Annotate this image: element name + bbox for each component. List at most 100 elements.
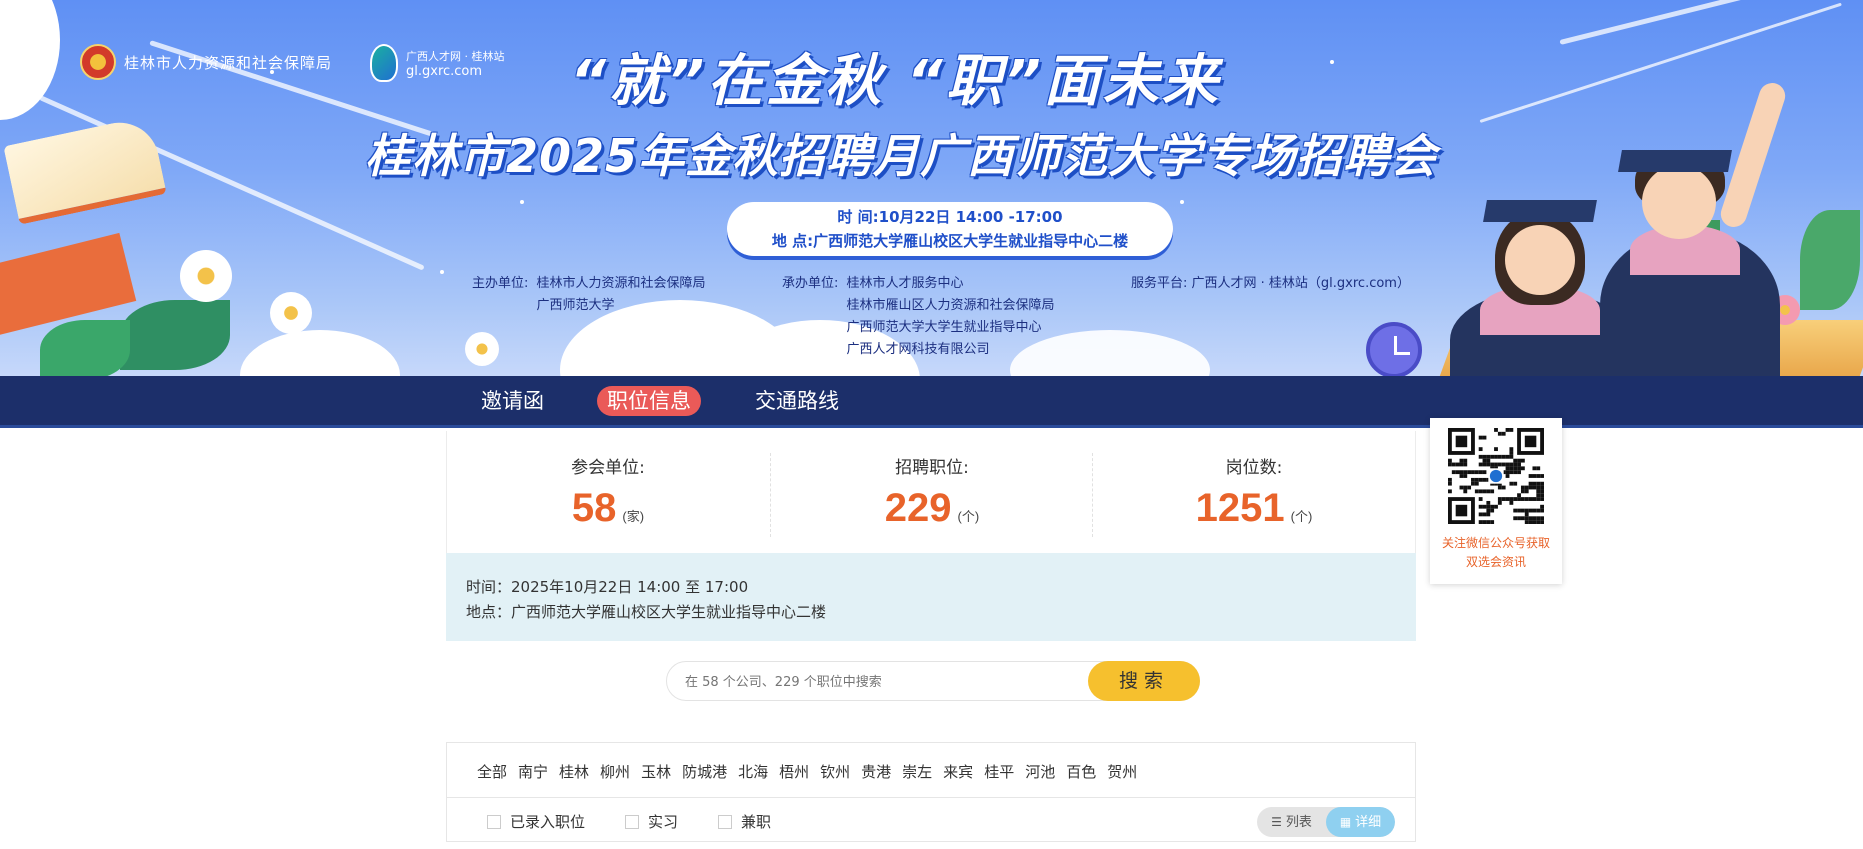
region-option[interactable]: 贺州 bbox=[1107, 761, 1137, 782]
open-book-illustration bbox=[3, 115, 167, 225]
organizer-label: 承办单位: bbox=[782, 276, 839, 291]
region-option[interactable]: 梧州 bbox=[779, 761, 809, 782]
organizer-block: 承办单位: 桂林市人才服务中心 桂林市雁山区人力资源和社会保障局 广西师范大学大… bbox=[782, 273, 1055, 361]
star-dot bbox=[440, 270, 444, 274]
stat-label: 参会单位: bbox=[571, 458, 645, 478]
stat-companies: 参会单位: 58 (家) bbox=[447, 431, 769, 553]
event-time: 时间：2025年10月22日 14:00 至 17:00 bbox=[466, 578, 749, 596]
gxrc-mark-icon bbox=[370, 44, 398, 82]
checkbox-box[interactable] bbox=[487, 814, 501, 829]
grid-icon: ▦ bbox=[1339, 815, 1352, 829]
event-place-line: 地 点:广西师范大学雁山校区大学生就业指导中心二楼 bbox=[771, 232, 1129, 250]
flower-illustration bbox=[465, 332, 499, 366]
stat-label: 岗位数: bbox=[1225, 458, 1283, 478]
qr-caption-line: 关注微信公众号获取 bbox=[1441, 536, 1550, 550]
leaf-illustration bbox=[1800, 210, 1860, 310]
event-time-line: 时 间:10月22日 14:00 -17:00 bbox=[837, 208, 1063, 226]
region-option[interactable]: 钦州 bbox=[820, 761, 850, 782]
region-option[interactable]: 桂平 bbox=[984, 761, 1014, 782]
view-toggle: ☰ 列表 ▦ 详细 bbox=[1257, 807, 1395, 837]
star-dot bbox=[1330, 60, 1334, 64]
graduate-boy-illustration bbox=[1590, 79, 1790, 376]
region-option[interactable]: 桂林 bbox=[559, 761, 589, 782]
event-info-pill: 时 间:10月22日 14:00 -17:00 地 点:广西师范大学雁山校区大学… bbox=[727, 202, 1173, 256]
region-option[interactable]: 来宾 bbox=[943, 761, 973, 782]
organizer-item: 桂林市人才服务中心 bbox=[846, 276, 964, 291]
stat-value: 58 bbox=[571, 486, 617, 530]
qr-caption-line: 双选会资讯 bbox=[1465, 555, 1526, 569]
hrss-logo-text: 桂林市人力资源和社会保障局 bbox=[124, 53, 333, 72]
checkbox-label: 兼职 bbox=[741, 813, 772, 831]
event-place: 地点：广西师范大学雁山校区大学生就业指导中心二楼 bbox=[466, 603, 827, 621]
hrss-logo: 桂林市人力资源和社会保障局 bbox=[80, 44, 332, 80]
organizer-item: 广西师范大学大学生就业指导中心 bbox=[846, 320, 1042, 335]
qr-code bbox=[1448, 428, 1544, 524]
divider bbox=[447, 797, 1415, 798]
nav-transport[interactable]: 交通路线 bbox=[745, 386, 849, 416]
sky-streak bbox=[1479, 2, 1842, 123]
event-details: 时间：2025年10月22日 14:00 至 17:00 地点：广西师范大学雁山… bbox=[446, 553, 1416, 641]
stat-value: 1251 bbox=[1195, 486, 1285, 530]
sponsor-block: 主办单位: 桂林市人力资源和社会保障局 广西师范大学 bbox=[472, 273, 706, 317]
organizer-item: 桂林市雁山区人力资源和社会保障局 bbox=[846, 298, 1055, 313]
flower-illustration bbox=[180, 250, 232, 302]
stat-unit: (个) bbox=[957, 509, 980, 524]
region-option[interactable]: 玉林 bbox=[641, 761, 671, 782]
search-bar: 搜索 bbox=[666, 661, 1200, 701]
checkbox-internship[interactable]: 实习 bbox=[625, 811, 678, 832]
leaf-illustration bbox=[120, 300, 230, 370]
region-option[interactable]: 全部 bbox=[477, 761, 507, 782]
list-icon: ☰ bbox=[1271, 815, 1282, 829]
main-nav: 邀请函 职位信息 交通路线 bbox=[0, 376, 1863, 428]
region-option[interactable]: 百色 bbox=[1066, 761, 1096, 782]
region-filter: 全部 南宁 桂林 柳州 玉林 防城港 北海 梧州 钦州 贵港 崇左 来宾 桂平 河池 百色 贺州 bbox=[477, 761, 1148, 782]
star-dot bbox=[520, 200, 524, 204]
stat-positions: 招聘职位: 229 (个) bbox=[771, 431, 1093, 553]
checkbox-part-time[interactable]: 兼职 bbox=[718, 811, 771, 832]
region-option[interactable]: 河池 bbox=[1025, 761, 1055, 782]
stat-openings: 岗位数: 1251 (个) bbox=[1093, 431, 1415, 553]
region-option[interactable]: 柳州 bbox=[600, 761, 630, 782]
nav-invitation[interactable]: 邀请函 bbox=[471, 386, 554, 416]
banner-title: 桂林市2025年金秋招聘月广西师范大学专场招聘会 bbox=[365, 129, 1438, 183]
search-button[interactable]: 搜索 bbox=[1088, 661, 1200, 701]
checkbox-box[interactable] bbox=[625, 814, 640, 829]
region-option[interactable]: 南宁 bbox=[518, 761, 548, 782]
list-view-button[interactable]: ☰ 列表 bbox=[1257, 807, 1326, 837]
checkbox-label: 已录入职位 bbox=[510, 813, 586, 831]
filter-panel: 全部 南宁 桂林 柳州 玉林 防城港 北海 梧州 钦州 贵港 崇左 来宾 桂平 河池 百色 贺州 已录入职位 … bbox=[446, 742, 1416, 842]
qr-caption: 关注微信公众号获取 双选会资讯 bbox=[1430, 534, 1562, 572]
region-option[interactable]: 贵港 bbox=[861, 761, 891, 782]
banner-slogan: “就”在金秋 “职”面未来 bbox=[570, 49, 1221, 114]
sponsor-item: 广西师范大学 bbox=[536, 298, 615, 313]
region-option[interactable]: 防城港 bbox=[682, 761, 727, 782]
stat-unit: (个) bbox=[1290, 509, 1313, 524]
platform-label: 服务平台: bbox=[1131, 276, 1188, 291]
event-banner: 桂林市人力资源和社会保障局 广西人才网 · 桂林站 gl.gxrc.com “就… bbox=[0, 0, 1863, 376]
list-view-label: 列表 bbox=[1285, 815, 1312, 830]
clock-icon bbox=[1366, 322, 1422, 376]
detail-view-label: 详细 bbox=[1355, 815, 1382, 830]
stat-value: 229 bbox=[884, 486, 952, 530]
search-input[interactable] bbox=[685, 671, 1075, 693]
stat-unit: (家) bbox=[622, 509, 645, 524]
star-dot bbox=[1180, 200, 1184, 204]
cloud bbox=[240, 330, 400, 376]
gxrc-logo-url: gl.gxrc.com bbox=[406, 63, 483, 79]
sky-streak bbox=[1559, 0, 1852, 45]
sponsor-label: 主办单位: bbox=[472, 276, 529, 291]
checkbox-box[interactable] bbox=[718, 814, 733, 829]
emblem-icon bbox=[80, 44, 116, 80]
organizer-item: 广西人才网科技有限公司 bbox=[846, 342, 990, 357]
platform-value: 广西人才网 · 桂林站（gl.gxrc.com） bbox=[1191, 276, 1410, 291]
wechat-qr-panel: 关注微信公众号获取 双选会资讯 bbox=[1430, 418, 1562, 584]
leaf-illustration bbox=[40, 320, 130, 376]
detail-view-button[interactable]: ▦ 详细 bbox=[1326, 807, 1395, 837]
checkbox-entered-positions[interactable]: 已录入职位 bbox=[487, 811, 585, 832]
region-option[interactable]: 崇左 bbox=[902, 761, 932, 782]
nav-job-info[interactable]: 职位信息 bbox=[597, 386, 701, 416]
platform-block: 服务平台: 广西人才网 · 桂林站（gl.gxrc.com） bbox=[1131, 273, 1410, 295]
option-checkboxes: 已录入职位 实习 兼职 bbox=[487, 811, 811, 832]
region-option[interactable]: 北海 bbox=[738, 761, 768, 782]
stats-panel: 参会单位: 58 (家) 招聘职位: 229 (个) 岗位数: 1251 (个) bbox=[446, 431, 1416, 553]
